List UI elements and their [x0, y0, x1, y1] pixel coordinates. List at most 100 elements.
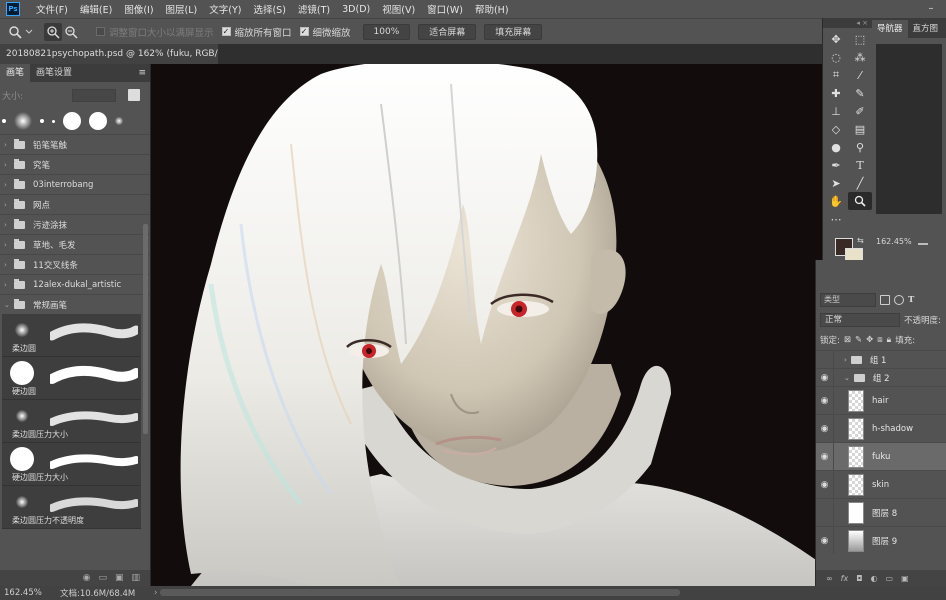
trash-icon[interactable]: ▥ [131, 573, 140, 583]
layer-row-selected[interactable]: ◉ fuku [816, 442, 946, 470]
minimize-icon[interactable]: – [916, 0, 946, 18]
layer-group-row[interactable]: ◉ ⌄ 组 2 [816, 368, 946, 386]
lasso-tool-icon[interactable]: ◌ [824, 48, 848, 66]
zoom-in-icon[interactable] [44, 22, 62, 41]
more-tools-icon[interactable]: ⋯ [824, 210, 848, 228]
tab-brushes[interactable]: 画笔 [0, 64, 31, 82]
tab-brush-settings[interactable]: 画笔设置 [30, 64, 78, 82]
fit-screen-button[interactable]: 适合屏幕 [418, 23, 477, 40]
crop-tool-icon[interactable]: ⌗ [824, 66, 848, 84]
path-selection-tool-icon[interactable]: ➤ [824, 174, 848, 192]
move-tool-icon[interactable]: ✥ [824, 30, 848, 48]
lock-pixels-icon[interactable]: ✎ [855, 335, 862, 345]
zoom-tool-preset-icon[interactable] [6, 23, 24, 41]
adjustment-layer-icon[interactable]: ◐ [871, 574, 878, 583]
panel-menu-icon[interactable]: ≡ [132, 64, 150, 82]
brush-preset[interactable]: 柔边圆 [2, 314, 141, 357]
lock-transparent-icon[interactable]: ⊠ [844, 335, 851, 345]
resize-windows-checkbox[interactable]: 调整窗口大小以满屏显示 [96, 25, 214, 39]
eye-icon[interactable]: ◉ [816, 527, 834, 554]
brush-folder[interactable]: › 铅笔笔触 [0, 134, 150, 154]
menu-type[interactable]: 文字(Y) [203, 2, 247, 16]
scrubby-zoom-checkbox[interactable]: ✓ 细微缩放 [299, 25, 351, 39]
layer-style-icon[interactable]: fx [841, 574, 849, 583]
photoshop-logo[interactable]: Ps [6, 2, 20, 16]
brush-tool-icon[interactable]: ✎ [848, 84, 872, 102]
brush-preset[interactable]: 柔边圆压力不透明度 [2, 486, 141, 529]
history-brush-tool-icon[interactable]: ✐ [848, 102, 872, 120]
chevron-down-icon[interactable]: ⌄ [844, 374, 850, 382]
horizontal-scrollbar[interactable] [160, 589, 680, 596]
brush-folder[interactable]: › 12alex-dukal_artistic [0, 274, 150, 294]
eye-icon[interactable]: ◉ [816, 443, 834, 470]
new-brush-icon[interactable] [128, 89, 140, 101]
brush-tip-small[interactable] [2, 119, 6, 123]
chevron-right-icon[interactable]: › [4, 141, 12, 149]
adjustment-filter-icon[interactable] [894, 295, 904, 305]
visibility-off-icon[interactable] [816, 351, 834, 368]
visibility-toggle-icon[interactable]: ◉ [83, 573, 91, 583]
layer-filter-select[interactable]: 类型 [820, 293, 876, 307]
menu-filter[interactable]: 滤镜(T) [292, 2, 336, 16]
menu-window[interactable]: 窗口(W) [421, 2, 469, 16]
eye-icon[interactable]: ◉ [816, 415, 834, 442]
eye-icon[interactable]: ◉ [816, 471, 834, 498]
menu-3d[interactable]: 3D(D) [336, 4, 376, 15]
brush-folder[interactable]: › 网点 [0, 194, 150, 214]
brush-folder-open[interactable]: ⌄ 常规画笔 [0, 294, 150, 314]
brush-preset[interactable]: 硬边圆压力大小 [2, 443, 141, 486]
layer-mask-icon[interactable]: ◘ [856, 574, 862, 583]
chevron-right-icon[interactable]: › [4, 161, 12, 169]
brush-folder[interactable]: › 11交叉线条 [0, 254, 150, 274]
brush-tip-dot[interactable] [40, 119, 44, 123]
new-group-icon[interactable]: ▭ [98, 573, 107, 583]
chevron-right-icon[interactable]: › [4, 201, 12, 209]
pixel-filter-icon[interactable] [880, 295, 890, 305]
chevron-down-icon[interactable] [24, 23, 34, 41]
brush-tip-hard[interactable] [63, 112, 81, 130]
line-tool-icon[interactable]: ╱ [848, 174, 872, 192]
zoom-all-windows-checkbox[interactable]: ✓ 缩放所有窗口 [221, 25, 292, 39]
lock-position-icon[interactable]: ✥ [866, 335, 873, 345]
swap-colors-icon[interactable]: ⇆ [857, 236, 864, 245]
blend-mode-select[interactable]: 正常 [820, 313, 900, 327]
chevron-right-icon[interactable]: › [4, 181, 12, 189]
pen-tool-icon[interactable]: ✒ [824, 156, 848, 174]
visibility-off-icon[interactable] [816, 499, 834, 526]
blur-tool-icon[interactable]: ● [824, 138, 848, 156]
layer-row[interactable]: ◉ 图层 9 [816, 526, 946, 554]
layer-row[interactable]: ◉ skin [816, 470, 946, 498]
menu-layer[interactable]: 图层(L) [160, 2, 204, 16]
chevron-right-icon[interactable]: › [844, 356, 847, 364]
chevron-right-icon[interactable]: › [4, 281, 12, 289]
menu-edit[interactable]: 编辑(E) [74, 2, 118, 16]
chevron-right-icon[interactable]: › [4, 221, 12, 229]
zoom-out-icon[interactable] [62, 23, 80, 41]
link-layers-icon[interactable]: ∞ [826, 574, 833, 583]
document-canvas[interactable] [151, 64, 822, 586]
type-filter-icon[interactable]: T [908, 295, 914, 305]
brush-preset[interactable]: 柔边圆压力大小 [2, 400, 141, 443]
menu-image[interactable]: 图像(I) [118, 2, 159, 16]
chevron-right-icon[interactable]: › [4, 261, 12, 269]
brush-tip-soft[interactable] [14, 112, 32, 130]
gradient-tool-icon[interactable]: ▤ [848, 120, 872, 138]
brush-folder[interactable]: › 03interrobang [0, 174, 150, 194]
type-tool-icon[interactable]: T [848, 156, 872, 174]
brush-preset[interactable]: 硬边圆 [2, 357, 141, 400]
dodge-tool-icon[interactable]: ⚲ [848, 138, 872, 156]
brush-folder[interactable]: › 草地、毛发 [0, 234, 150, 254]
new-brush-icon[interactable]: ▣ [115, 573, 124, 583]
brush-tip-tiny[interactable] [52, 119, 55, 123]
mountain-small-icon[interactable] [917, 239, 928, 245]
eye-icon[interactable]: ◉ [816, 387, 834, 414]
brush-folder[interactable]: › 究笔 [0, 154, 150, 174]
layer-row[interactable]: ◉ hair [816, 386, 946, 414]
menu-help[interactable]: 帮助(H) [469, 2, 515, 16]
menu-select[interactable]: 选择(S) [247, 2, 291, 16]
status-zoom[interactable]: 162.45% [0, 588, 60, 598]
brush-size-input[interactable] [72, 88, 116, 102]
zoom-100-button[interactable]: 100% [362, 23, 411, 40]
menu-view[interactable]: 视图(V) [376, 2, 421, 16]
hand-tool-icon[interactable]: ✋ [824, 192, 848, 210]
